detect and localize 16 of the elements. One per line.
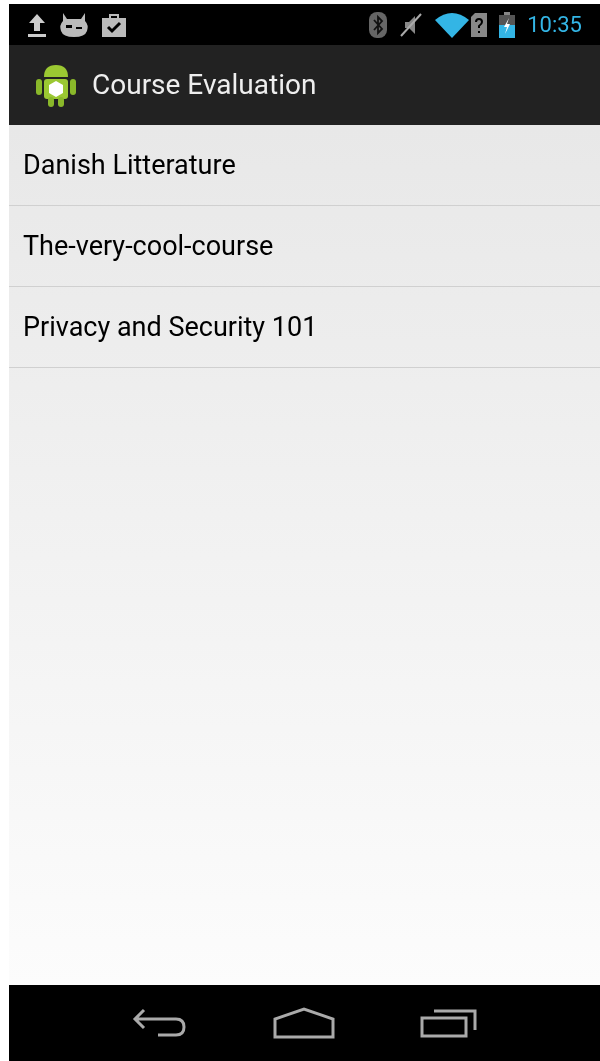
battery-charging-icon (499, 11, 516, 38)
muted-speaker-icon (399, 11, 424, 38)
bluetooth-icon (369, 11, 388, 38)
app-title: Course Evaluation (92, 67, 317, 103)
recent-apps-icon (419, 1008, 478, 1038)
android-robot-icon (36, 63, 76, 107)
sim-card-icon (471, 12, 488, 37)
home-icon (272, 1007, 335, 1039)
wifi-icon (435, 11, 470, 38)
course-list-item[interactable]: The-very-cool-course (9, 206, 600, 287)
back-icon (131, 1008, 188, 1038)
course-list-item[interactable]: Privacy and Security 101 (9, 287, 600, 368)
robot-face-icon (59, 12, 89, 37)
course-list-item[interactable]: Danish Litterature (9, 125, 600, 206)
clock-time: 10:35 (527, 11, 582, 39)
checked-bag-icon (101, 11, 127, 38)
